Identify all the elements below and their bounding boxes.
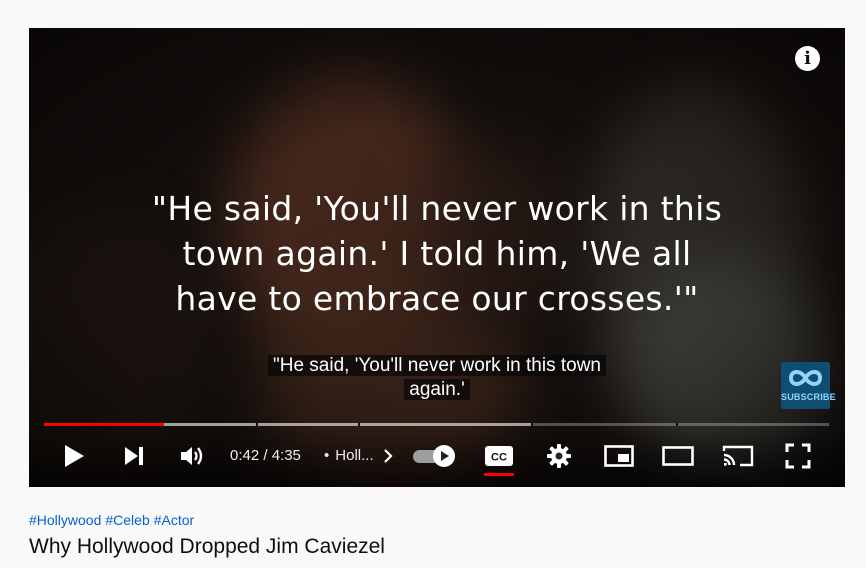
chapter-divider — [530, 423, 533, 426]
overlay-quote-line: town again.' I told him, 'We all — [182, 234, 692, 273]
hashtag-link[interactable]: #Actor — [154, 512, 194, 528]
settings-button[interactable] — [544, 438, 574, 474]
cast-icon — [722, 445, 754, 467]
chapter-divider — [255, 423, 258, 426]
chevron-right-icon — [384, 449, 393, 463]
cast-button[interactable] — [722, 438, 754, 474]
captions-window: "He said, 'You'll never work in this tow… — [29, 354, 845, 402]
chapter-title[interactable]: • Holl... — [316, 446, 374, 466]
hashtags: #Hollywood #Celeb #Actor — [29, 512, 198, 528]
video-title: Why Hollywood Dropped Jim Caviezel — [29, 535, 385, 558]
theater-icon — [662, 446, 694, 466]
chapter-divider — [675, 423, 678, 426]
hashtag-link[interactable]: #Hollywood — [29, 512, 101, 528]
fullscreen-icon — [785, 443, 811, 469]
hashtag-link[interactable]: #Celeb — [105, 512, 149, 528]
captions-button[interactable]: CC — [483, 438, 515, 474]
svg-text:CC: CC — [491, 452, 507, 464]
overlay-quote-line: "He said, 'You'll never work in this — [151, 189, 723, 228]
chapter-divider — [358, 423, 360, 426]
play-icon — [65, 445, 84, 467]
subscribe-badge[interactable]: SUBSCRIBE — [781, 362, 836, 409]
volume-icon — [181, 447, 203, 465]
captions-active-indicator — [484, 473, 514, 476]
time-display: 0:42 / 4:35 — [230, 447, 301, 464]
overlay-quote: "He said, 'You'll never work in this tow… — [89, 186, 785, 321]
autoplay-play-icon — [441, 451, 449, 461]
captions-icon: CC — [485, 446, 513, 466]
overlay-quote-line: have to embrace our crosses.'" — [175, 279, 699, 318]
next-button[interactable] — [119, 438, 149, 474]
caption-line: "He said, 'You'll never work in this tow… — [267, 355, 606, 376]
gear-icon — [547, 444, 571, 468]
info-icon[interactable]: i — [795, 46, 820, 71]
chapter-next-button[interactable] — [378, 438, 398, 474]
subscribe-label: SUBSCRIBE — [781, 392, 836, 402]
player-controls: 0:42 / 4:35 • Holl... CC — [29, 428, 845, 487]
autoplay-knob[interactable] — [433, 445, 455, 467]
video-player[interactable]: "He said, 'You'll never work in this tow… — [29, 28, 845, 487]
chapter-label: Holl... — [335, 447, 374, 464]
infinity-icon — [788, 370, 823, 386]
progress-played — [44, 423, 165, 426]
fullscreen-button[interactable] — [783, 438, 813, 474]
caption-line: again.' — [404, 379, 470, 400]
next-icon — [125, 447, 143, 465]
theater-button[interactable] — [662, 438, 694, 474]
progress-bar[interactable] — [44, 423, 829, 426]
volume-button[interactable] — [178, 438, 208, 474]
play-button[interactable] — [59, 438, 89, 474]
progress-buffered — [164, 423, 531, 426]
miniplayer-icon — [604, 445, 634, 467]
miniplayer-button[interactable] — [603, 438, 635, 474]
